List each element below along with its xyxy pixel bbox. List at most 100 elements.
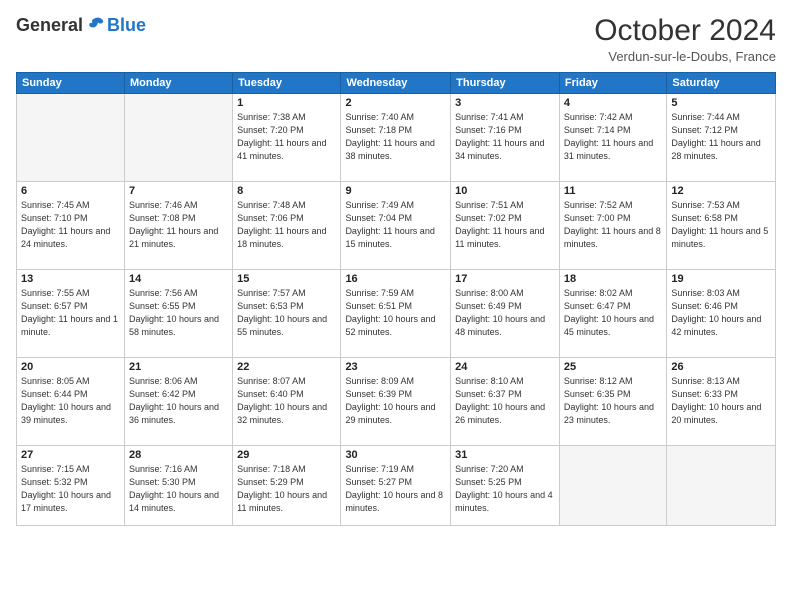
header-monday: Monday [124,73,232,94]
day-info: Sunrise: 8:02 AMSunset: 6:47 PMDaylight:… [564,287,662,339]
table-row: 6Sunrise: 7:45 AMSunset: 7:10 PMDaylight… [17,182,125,270]
location: Verdun-sur-le-Doubs, France [594,49,776,64]
day-info: Sunrise: 7:20 AMSunset: 5:25 PMDaylight:… [455,463,555,515]
header-tuesday: Tuesday [233,73,341,94]
table-row: 13 Sunrise: 7:55 AMSunset: 6:57 PMDayligh… [17,270,125,358]
day-info: Sunrise: 7:55 AMSunset: 6:57 PMDaylight:… [21,287,120,339]
table-row: 18 Sunrise: 8:02 AMSunset: 6:47 PMDayligh… [559,270,666,358]
day-number: 5 [671,97,771,109]
table-row [667,446,776,526]
table-row [559,446,666,526]
day-info: Sunrise: 7:52 AMSunset: 7:00 PMDaylight:… [564,199,662,251]
calendar-week-row: 20 Sunrise: 8:05 AMSunset: 6:44 PMDayligh… [17,358,776,446]
table-row: 16 Sunrise: 7:59 AMSunset: 6:51 PMDayligh… [341,270,451,358]
table-row: 31 Sunrise: 7:20 AMSunset: 5:25 PMDayligh… [451,446,560,526]
day-info: Sunrise: 7:19 AMSunset: 5:27 PMDaylight:… [345,463,446,515]
day-number: 22 [237,361,336,373]
day-number: 10 [455,185,555,197]
logo: General Blue [16,14,146,36]
day-number: 18 [564,273,662,285]
day-info: Sunrise: 7:41 AMSunset: 7:16 PMDaylight:… [455,111,555,163]
day-info: Sunrise: 8:09 AMSunset: 6:39 PMDaylight:… [345,375,446,427]
day-number: 14 [129,273,228,285]
calendar-week-row: 13 Sunrise: 7:55 AMSunset: 6:57 PMDayligh… [17,270,776,358]
day-info: Sunrise: 7:16 AMSunset: 5:30 PMDaylight:… [129,463,228,515]
day-number: 17 [455,273,555,285]
day-info: Sunrise: 8:12 AMSunset: 6:35 PMDaylight:… [564,375,662,427]
day-info: Sunrise: 8:05 AMSunset: 6:44 PMDaylight:… [21,375,120,427]
day-number: 9 [345,185,446,197]
table-row: 15Sunrise: 7:57 AMSunset: 6:53 PMDayligh… [233,270,341,358]
day-number: 20 [21,361,120,373]
day-info: Sunrise: 7:18 AMSunset: 5:29 PMDaylight:… [237,463,336,515]
day-number: 19 [671,273,771,285]
day-number: 11 [564,185,662,197]
table-row: 12 Sunrise: 7:53 AMSunset: 6:58 PMDayligh… [667,182,776,270]
table-row: 19 Sunrise: 8:03 AMSunset: 6:46 PMDayligh… [667,270,776,358]
page: General Blue October 2024 Verdun-sur-le-… [0,0,792,612]
calendar-week-row: 27Sunrise: 7:15 AMSunset: 5:32 PMDayligh… [17,446,776,526]
day-info: Sunrise: 7:44 AMSunset: 7:12 PMDaylight:… [671,111,771,163]
day-number: 26 [671,361,771,373]
day-info: Sunrise: 8:03 AMSunset: 6:46 PMDaylight:… [671,287,771,339]
day-number: 30 [345,449,446,461]
day-number: 25 [564,361,662,373]
calendar-week-row: 1Sunrise: 7:38 AMSunset: 7:20 PMDaylight… [17,94,776,182]
table-row: 9Sunrise: 7:49 AMSunset: 7:04 PMDaylight… [341,182,451,270]
day-info: Sunrise: 8:10 AMSunset: 6:37 PMDaylight:… [455,375,555,427]
day-info: Sunrise: 7:42 AMSunset: 7:14 PMDaylight:… [564,111,662,163]
table-row: 10 Sunrise: 7:51 AMSunset: 7:02 PMDayligh… [451,182,560,270]
table-row: 29 Sunrise: 7:18 AMSunset: 5:29 PMDayligh… [233,446,341,526]
header-thursday: Thursday [451,73,560,94]
day-info: Sunrise: 8:00 AMSunset: 6:49 PMDaylight:… [455,287,555,339]
day-number: 7 [129,185,228,197]
header-sunday: Sunday [17,73,125,94]
day-number: 21 [129,361,228,373]
day-info: Sunrise: 7:40 AMSunset: 7:18 PMDaylight:… [345,111,446,163]
logo-general: General [16,15,83,36]
table-row: 7 Sunrise: 7:46 AMSunset: 7:08 PMDaylight… [124,182,232,270]
header-saturday: Saturday [667,73,776,94]
day-number: 8 [237,185,336,197]
table-row: 2 Sunrise: 7:40 AMSunset: 7:18 PMDaylight… [341,94,451,182]
day-number: 2 [345,97,446,109]
day-number: 12 [671,185,771,197]
day-info: Sunrise: 8:07 AMSunset: 6:40 PMDaylight:… [237,375,336,427]
table-row: 26Sunrise: 8:13 AMSunset: 6:33 PMDayligh… [667,358,776,446]
day-number: 13 [21,273,120,285]
day-number: 28 [129,449,228,461]
table-row [124,94,232,182]
day-number: 3 [455,97,555,109]
day-number: 16 [345,273,446,285]
table-row: 24 Sunrise: 8:10 AMSunset: 6:37 PMDayligh… [451,358,560,446]
header-wednesday: Wednesday [341,73,451,94]
day-info: Sunrise: 7:15 AMSunset: 5:32 PMDaylight:… [21,463,120,515]
month-title: October 2024 [594,14,776,47]
table-row: 22 Sunrise: 8:07 AMSunset: 6:40 PMDayligh… [233,358,341,446]
day-info: Sunrise: 7:59 AMSunset: 6:51 PMDaylight:… [345,287,446,339]
day-number: 4 [564,97,662,109]
calendar-week-row: 6Sunrise: 7:45 AMSunset: 7:10 PMDaylight… [17,182,776,270]
day-number: 24 [455,361,555,373]
table-row: 4 Sunrise: 7:42 AMSunset: 7:14 PMDaylight… [559,94,666,182]
day-number: 29 [237,449,336,461]
day-info: Sunrise: 8:06 AMSunset: 6:42 PMDaylight:… [129,375,228,427]
table-row: 20 Sunrise: 8:05 AMSunset: 6:44 PMDayligh… [17,358,125,446]
weekday-header-row: Sunday Monday Tuesday Wednesday Thursday… [17,73,776,94]
day-info: Sunrise: 7:51 AMSunset: 7:02 PMDaylight:… [455,199,555,251]
day-number: 31 [455,449,555,461]
day-info: Sunrise: 7:46 AMSunset: 7:08 PMDaylight:… [129,199,228,251]
table-row: 17 Sunrise: 8:00 AMSunset: 6:49 PMDayligh… [451,270,560,358]
table-row: 8Sunrise: 7:48 AMSunset: 7:06 PMDaylight… [233,182,341,270]
table-row: 14 Sunrise: 7:56 AMSunset: 6:55 PMDayligh… [124,270,232,358]
day-number: 23 [345,361,446,373]
day-info: Sunrise: 7:56 AMSunset: 6:55 PMDaylight:… [129,287,228,339]
table-row: 21 Sunrise: 8:06 AMSunset: 6:42 PMDayligh… [124,358,232,446]
table-row: 1Sunrise: 7:38 AMSunset: 7:20 PMDaylight… [233,94,341,182]
table-row: 25 Sunrise: 8:12 AMSunset: 6:35 PMDayligh… [559,358,666,446]
table-row: 3 Sunrise: 7:41 AMSunset: 7:16 PMDaylight… [451,94,560,182]
day-number: 1 [237,97,336,109]
day-info: Sunrise: 7:53 AMSunset: 6:58 PMDaylight:… [671,199,771,251]
day-info: Sunrise: 7:57 AMSunset: 6:53 PMDaylight:… [237,287,336,339]
calendar: Sunday Monday Tuesday Wednesday Thursday… [16,72,776,526]
